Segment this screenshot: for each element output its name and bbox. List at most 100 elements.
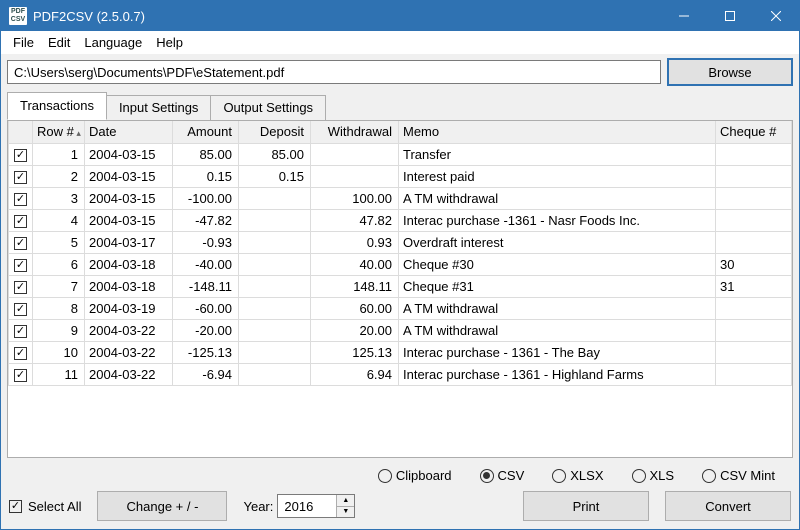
cell-date: 2004-03-22: [85, 363, 173, 385]
table-row[interactable]: 42004-03-15-47.8247.82Interac purchase -…: [9, 209, 792, 231]
cell-row: 11: [33, 363, 85, 385]
menu-language[interactable]: Language: [78, 33, 148, 52]
maximize-button[interactable]: [707, 1, 753, 31]
cell-amount: -148.11: [173, 275, 239, 297]
cell-withdrawal: 47.82: [311, 209, 399, 231]
check-icon: [14, 281, 27, 294]
row-checkbox[interactable]: [9, 253, 33, 275]
check-icon: [14, 215, 27, 228]
table-row[interactable]: 102004-03-22-125.13125.13Interac purchas…: [9, 341, 792, 363]
select-all-checkbox[interactable]: Select All: [9, 499, 81, 514]
cell-memo: Transfer: [399, 143, 716, 165]
row-checkbox[interactable]: [9, 341, 33, 363]
table-row[interactable]: 52004-03-17-0.930.93Overdraft interest: [9, 231, 792, 253]
cell-amount: -40.00: [173, 253, 239, 275]
minimize-button[interactable]: [661, 1, 707, 31]
col-amount[interactable]: Amount: [173, 121, 239, 143]
cell-row: 7: [33, 275, 85, 297]
change-sign-button[interactable]: Change + / -: [97, 491, 227, 521]
col-withdrawal[interactable]: Withdrawal: [311, 121, 399, 143]
file-path-input[interactable]: [7, 60, 661, 84]
table-row[interactable]: 32004-03-15-100.00100.00A TM withdrawal: [9, 187, 792, 209]
menu-file[interactable]: File: [7, 33, 40, 52]
cell-withdrawal: [311, 165, 399, 187]
tab-output-settings[interactable]: Output Settings: [210, 95, 326, 121]
path-bar: Browse: [1, 54, 799, 92]
row-checkbox[interactable]: [9, 231, 33, 253]
table-row[interactable]: 12004-03-1585.0085.00Transfer: [9, 143, 792, 165]
row-checkbox[interactable]: [9, 209, 33, 231]
cell-withdrawal: 148.11: [311, 275, 399, 297]
cell-cheque: 30: [716, 253, 792, 275]
col-date[interactable]: Date: [85, 121, 173, 143]
action-bar: Select All Change + / - Year: ▲ ▼ Print …: [1, 487, 799, 529]
table-row[interactable]: 72004-03-18-148.11148.11Cheque #3131: [9, 275, 792, 297]
cell-withdrawal: 0.93: [311, 231, 399, 253]
menu-edit[interactable]: Edit: [42, 33, 76, 52]
menu-help[interactable]: Help: [150, 33, 189, 52]
cell-deposit: [239, 297, 311, 319]
cell-deposit: [239, 209, 311, 231]
col-cheque[interactable]: Cheque #: [716, 121, 792, 143]
transactions-grid[interactable]: Row # Date Amount Deposit Withdrawal Mem…: [8, 121, 792, 457]
cell-date: 2004-03-22: [85, 319, 173, 341]
row-checkbox[interactable]: [9, 297, 33, 319]
spin-down-icon[interactable]: ▼: [337, 506, 354, 518]
cell-memo: Overdraft interest: [399, 231, 716, 253]
app-window: PDFCSV PDF2CSV (2.5.0.7) File Edit Langu…: [0, 0, 800, 530]
cell-memo: A TM withdrawal: [399, 319, 716, 341]
cell-deposit: 85.00: [239, 143, 311, 165]
cell-memo: Interac purchase - 1361 - The Bay: [399, 341, 716, 363]
spin-up-icon[interactable]: ▲: [337, 495, 354, 506]
tab-page-transactions: Row # Date Amount Deposit Withdrawal Mem…: [7, 120, 793, 458]
col-row-number[interactable]: Row #: [33, 121, 85, 143]
radio-csv-mint[interactable]: CSV Mint: [702, 468, 775, 483]
row-checkbox[interactable]: [9, 143, 33, 165]
print-button[interactable]: Print: [523, 491, 649, 521]
browse-button[interactable]: Browse: [667, 58, 793, 86]
cell-deposit: [239, 275, 311, 297]
cell-date: 2004-03-19: [85, 297, 173, 319]
check-icon: [14, 193, 27, 206]
cell-deposit: [239, 253, 311, 275]
tab-bar: Transactions Input Settings Output Setti…: [1, 92, 799, 120]
cell-withdrawal: 125.13: [311, 341, 399, 363]
row-checkbox[interactable]: [9, 187, 33, 209]
cell-date: 2004-03-15: [85, 187, 173, 209]
col-deposit[interactable]: Deposit: [239, 121, 311, 143]
close-button[interactable]: [753, 1, 799, 31]
cell-cheque: 31: [716, 275, 792, 297]
tab-input-settings[interactable]: Input Settings: [106, 95, 212, 121]
table-row[interactable]: 82004-03-19-60.0060.00A TM withdrawal: [9, 297, 792, 319]
cell-row: 2: [33, 165, 85, 187]
cell-memo: Cheque #31: [399, 275, 716, 297]
table-row[interactable]: 62004-03-18-40.0040.00Cheque #3030: [9, 253, 792, 275]
year-spinner[interactable]: ▲ ▼: [336, 495, 354, 517]
tab-transactions[interactable]: Transactions: [7, 92, 107, 120]
col-memo[interactable]: Memo: [399, 121, 716, 143]
radio-clipboard[interactable]: Clipboard: [378, 468, 452, 483]
cell-amount: -125.13: [173, 341, 239, 363]
cell-cheque: [716, 297, 792, 319]
row-checkbox[interactable]: [9, 165, 33, 187]
row-checkbox[interactable]: [9, 363, 33, 385]
cell-row: 1: [33, 143, 85, 165]
year-input[interactable]: [278, 495, 336, 517]
cell-cheque: [716, 363, 792, 385]
table-row[interactable]: 92004-03-22-20.0020.00A TM withdrawal: [9, 319, 792, 341]
cell-amount: -6.94: [173, 363, 239, 385]
cell-row: 6: [33, 253, 85, 275]
radio-xlsx[interactable]: XLSX: [552, 468, 603, 483]
cell-row: 3: [33, 187, 85, 209]
convert-button[interactable]: Convert: [665, 491, 791, 521]
radio-xls[interactable]: XLS: [632, 468, 675, 483]
row-checkbox[interactable]: [9, 275, 33, 297]
radio-csv[interactable]: CSV: [480, 468, 525, 483]
cell-cheque: [716, 341, 792, 363]
table-row[interactable]: 112004-03-22-6.946.94Interac purchase - …: [9, 363, 792, 385]
year-label: Year:: [243, 499, 273, 514]
table-row[interactable]: 22004-03-150.150.15Interest paid: [9, 165, 792, 187]
row-checkbox[interactable]: [9, 319, 33, 341]
col-check[interactable]: [9, 121, 33, 143]
cell-withdrawal: 60.00: [311, 297, 399, 319]
